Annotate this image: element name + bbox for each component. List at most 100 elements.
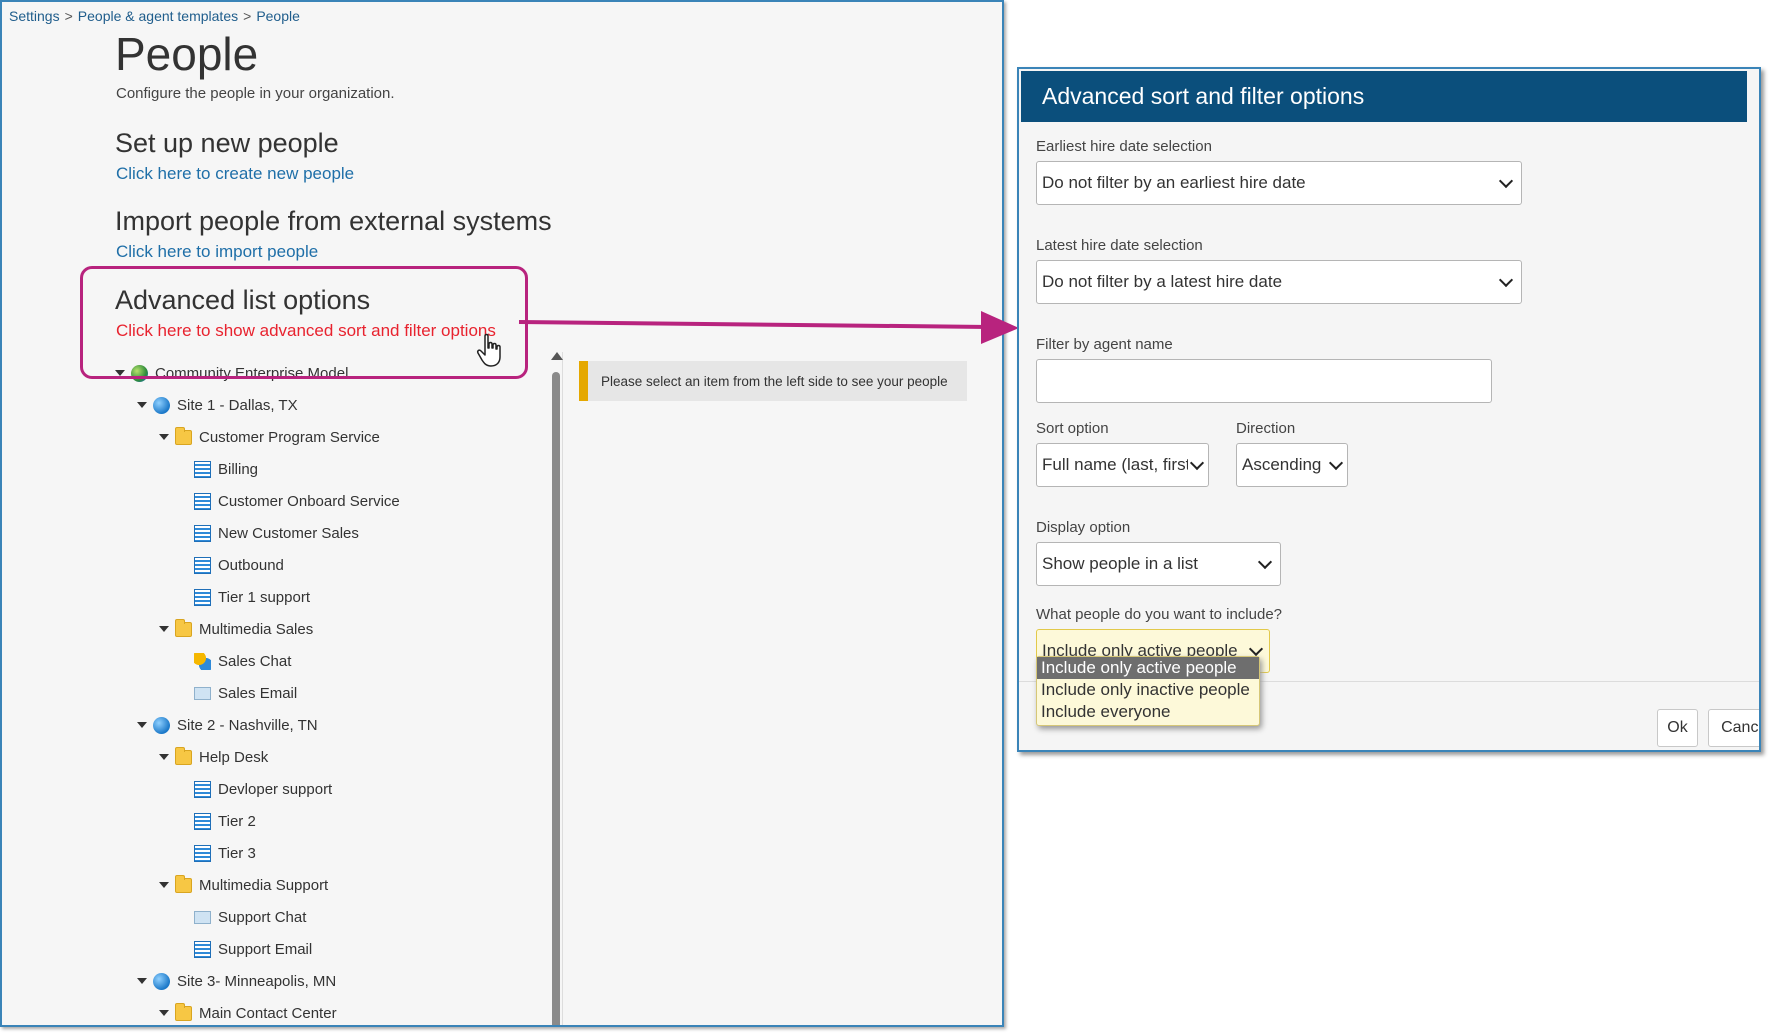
- earliest-hire-select[interactable]: Do not filter by an earliest hire date: [1036, 161, 1522, 205]
- direction-value: Ascending: [1242, 455, 1322, 474]
- tree-item[interactable]: Site 2 - Nashville, TN: [137, 711, 318, 739]
- tree-item-label: Multimedia Support: [199, 876, 329, 894]
- email-icon: [194, 686, 211, 700]
- folder-icon: [175, 746, 192, 765]
- latest-hire-select[interactable]: Do not filter by a latest hire date: [1036, 260, 1522, 304]
- queue-icon: [194, 588, 211, 606]
- ok-button[interactable]: Ok: [1657, 709, 1698, 747]
- cancel-button[interactable]: Cancel: [1708, 709, 1759, 747]
- folder-icon: [175, 426, 192, 445]
- scroll-up-icon[interactable]: [551, 352, 563, 360]
- tree-item[interactable]: Help Desk: [159, 743, 268, 771]
- create-people-link[interactable]: Click here to create new people: [116, 164, 354, 184]
- import-section-title: Import people from external systems: [115, 206, 552, 236]
- include-people-dropdown: Include only active people Include only …: [1036, 656, 1260, 726]
- tree-item-label: Main Contact Center: [199, 1004, 337, 1022]
- tree-item[interactable]: Support Email: [194, 935, 312, 963]
- dropdown-option-inactive[interactable]: Include only inactive people: [1037, 679, 1259, 701]
- tree-item-label: Tier 2: [218, 812, 256, 830]
- agent-name-label: Filter by agent name: [1036, 336, 1173, 353]
- tree-item-label: Tier 3: [218, 844, 256, 862]
- chevron-down-icon: [1248, 641, 1264, 657]
- sort-option-select[interactable]: Full name (last, first): [1036, 443, 1209, 487]
- breadcrumb-separator: >: [243, 8, 252, 24]
- tree-item[interactable]: Outbound: [194, 551, 284, 579]
- tree-item-label: Customer Program Service: [199, 428, 380, 446]
- tree-item-label: Devloper support: [218, 780, 333, 798]
- tree-item[interactable]: Support Chat: [194, 903, 306, 931]
- earliest-hire-value: Do not filter by an earliest hire date: [1042, 173, 1306, 192]
- tree-item[interactable]: Tier 1 support: [194, 583, 310, 611]
- dialog-title: Advanced sort and filter options: [1042, 83, 1365, 109]
- people-settings-window: Settings > People & agent templates > People…: [0, 0, 1004, 1027]
- queue-icon: [194, 940, 211, 958]
- globe-icon: [153, 396, 170, 414]
- expand-caret-icon[interactable]: [159, 434, 169, 440]
- tree-item-label: Help Desk: [199, 748, 269, 766]
- expand-caret-icon[interactable]: [137, 978, 147, 984]
- agent-name-input[interactable]: [1036, 359, 1492, 403]
- tree-item-label: Site 2 - Nashville, TN: [177, 716, 318, 734]
- tree-item[interactable]: Devloper support: [194, 775, 332, 803]
- chevron-down-icon: [1498, 272, 1514, 288]
- tree-item[interactable]: Customer Program Service: [159, 423, 380, 451]
- organization-tree: Community Enterprise Model Site 1 - Dalla…: [115, 359, 545, 1025]
- globe-icon: [153, 972, 170, 990]
- sort-option-value: Full name (last, first): [1042, 455, 1188, 474]
- tree-item[interactable]: Tier 3: [194, 839, 256, 867]
- expand-caret-icon[interactable]: [159, 754, 169, 760]
- dialog-header: Advanced sort and filter options: [1021, 71, 1747, 122]
- breadcrumb: Settings > People & agent templates > People: [9, 8, 300, 24]
- setup-section-title: Set up new people: [115, 128, 339, 158]
- dropdown-option-active[interactable]: Include only active people: [1037, 657, 1259, 679]
- tree-item[interactable]: Site 3- Minneapolis, MN: [137, 967, 336, 995]
- chat-icon: [194, 652, 211, 670]
- tree-item[interactable]: Site 1 - Dallas, TX: [137, 391, 298, 419]
- direction-label: Direction: [1236, 420, 1296, 437]
- globe-icon: [153, 716, 170, 734]
- page-title: People: [115, 28, 259, 80]
- display-option-select[interactable]: Show people in a list: [1036, 542, 1281, 586]
- tree-item[interactable]: New Customer Sales: [194, 519, 359, 547]
- queue-icon: [194, 524, 211, 542]
- info-message-text: Please select an item from the left side…: [601, 373, 948, 389]
- advanced-options-dialog: Advanced sort and filter options Earlies…: [1017, 67, 1761, 752]
- breadcrumb-separator: >: [64, 8, 73, 24]
- breadcrumb-item-settings[interactable]: Settings: [9, 8, 60, 24]
- tree-item[interactable]: Multimedia Sales: [159, 615, 313, 643]
- tree-item-label: Outbound: [218, 556, 284, 574]
- include-people-label: What people do you want to include?: [1036, 606, 1282, 623]
- display-option-value: Show people in a list: [1042, 554, 1198, 573]
- expand-caret-icon[interactable]: [159, 626, 169, 632]
- direction-select[interactable]: Ascending: [1236, 443, 1348, 487]
- folder-icon: [175, 874, 192, 893]
- sort-option-label: Sort option: [1036, 420, 1109, 437]
- tree-item[interactable]: Multimedia Support: [159, 871, 328, 899]
- tree-item-label: Billing: [218, 460, 259, 478]
- folder-icon: [175, 1002, 192, 1021]
- tree-item[interactable]: Sales Chat: [194, 647, 291, 675]
- scrollbar-thumb[interactable]: [552, 372, 560, 1025]
- display-option-label: Display option: [1036, 519, 1131, 536]
- expand-caret-icon[interactable]: [137, 722, 147, 728]
- tree-item[interactable]: Billing: [194, 455, 258, 483]
- tree-item-label: Support Email: [218, 940, 313, 958]
- expand-caret-icon[interactable]: [159, 882, 169, 888]
- tree-item-label: Sales Chat: [218, 652, 292, 670]
- latest-hire-value: Do not filter by a latest hire date: [1042, 272, 1283, 291]
- breadcrumb-item-templates[interactable]: People & agent templates: [78, 8, 238, 24]
- tree-item[interactable]: Tier 2: [194, 807, 256, 835]
- expand-caret-icon[interactable]: [159, 1010, 169, 1016]
- chevron-down-icon: [1257, 554, 1273, 570]
- pane-divider: [562, 352, 563, 1025]
- tree-item[interactable]: Sales Email: [194, 679, 297, 707]
- tree-item[interactable]: Main Contact Center: [159, 999, 337, 1025]
- tree-item[interactable]: Customer Onboard Service: [194, 487, 400, 515]
- dropdown-option-everyone[interactable]: Include everyone: [1037, 701, 1259, 723]
- queue-icon: [194, 812, 211, 830]
- queue-icon: [194, 556, 211, 574]
- import-people-link[interactable]: Click here to import people: [116, 242, 318, 262]
- expand-caret-icon[interactable]: [137, 402, 147, 408]
- tree-item-label: New Customer Sales: [218, 524, 359, 542]
- tree-scrollbar[interactable]: [550, 352, 563, 1025]
